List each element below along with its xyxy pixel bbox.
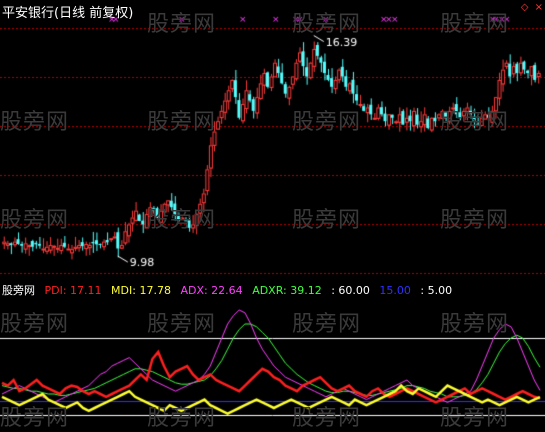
chart-title: 平安银行(日线 前复权) — [2, 6, 134, 21]
pdi-value: PDI: 17.11 — [44, 284, 102, 297]
level-15: 15.00 — [379, 284, 411, 297]
mdi-value: MDI: 17.78 — [111, 284, 171, 297]
adx-value: ADX: 22.64 — [180, 284, 243, 297]
indicator-legend: 股旁网 PDI: 17.11 MDI: 17.78 ADX: 22.64 ADX… — [2, 282, 458, 298]
price-chart-canvas[interactable] — [0, 0, 545, 424]
chart-tools: ◇ × — [518, 2, 543, 13]
level-60: : 60.00 — [331, 284, 370, 297]
level-5: : 5.00 — [420, 284, 453, 297]
indicator-name: 股旁网 — [2, 284, 35, 297]
diamond-icon[interactable]: ◇ — [521, 2, 529, 13]
close-icon[interactable]: × — [535, 2, 543, 13]
adxr-value: ADXR: 39.12 — [252, 284, 322, 297]
